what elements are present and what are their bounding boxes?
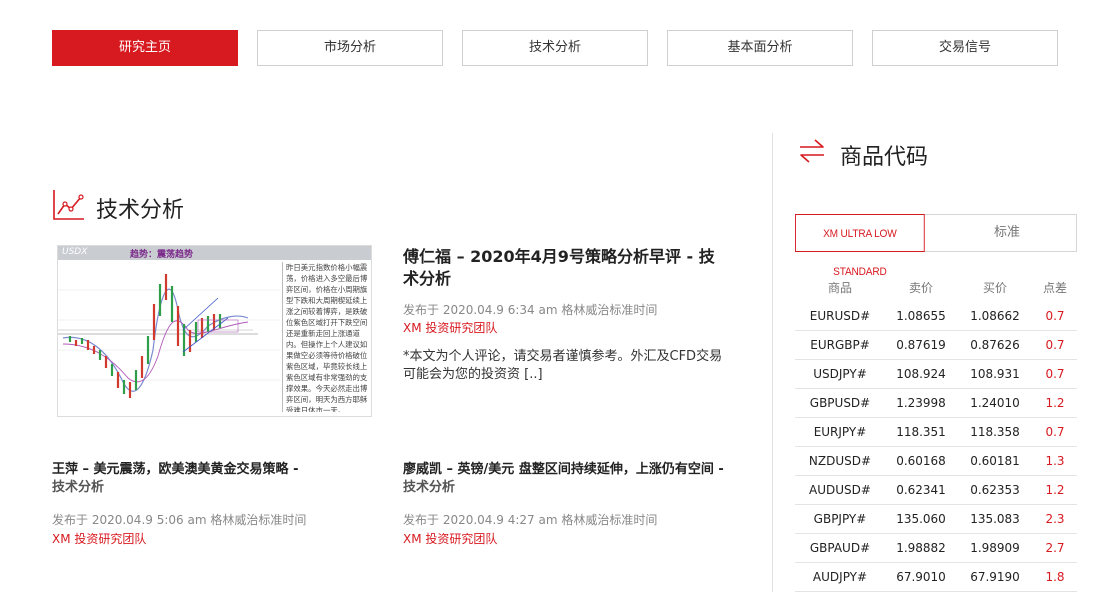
quote-ask: 0.60181 [957, 446, 1033, 476]
quote-ask: 135.083 [957, 504, 1033, 534]
featured-meta: 发布于 2020.04.9 6:34 am 格林威治标准时间 [403, 303, 658, 317]
quote-bid: 0.62341 [885, 475, 957, 505]
quote-symbol: AUDJPY# [795, 562, 885, 592]
column-header-symbol: 商品 [827, 280, 852, 295]
line-chart-icon [53, 190, 84, 220]
exchange-arrows-icon [800, 139, 824, 163]
section-title: 技术分析 [96, 198, 185, 223]
account-type-tabs: XM ULTRA LOW STANDARD 标准 [795, 214, 1077, 278]
quote-symbol: GBPUSD# [795, 388, 885, 418]
quotes-table: 商品 卖价 买价 点差 EURUSD# 1.08655 1.08662 0.7 EUR… [795, 272, 1077, 592]
column-header-bid: 卖价 [908, 280, 933, 295]
featured-author-link[interactable]: XM 投资研究团队 [403, 319, 497, 336]
quote-spread: 0.7 [1033, 330, 1077, 360]
quote-symbol: USDJPY# [795, 359, 885, 389]
tab-standard[interactable]: 标准 [937, 215, 1077, 251]
article-title[interactable]: 廖威凯 – 英镑/美元 盘整区间持续延伸，上涨仍有空间 - [403, 461, 728, 479]
quote-spread: 1.8 [1033, 562, 1077, 592]
quote-ask: 67.9190 [957, 562, 1033, 592]
tab-fundamental-analysis[interactable]: 基本面分析 [667, 30, 853, 66]
quote-spread: 0.7 [1033, 302, 1077, 331]
quote-symbol: GBPAUD# [795, 533, 885, 563]
quote-spread: 2.7 [1033, 533, 1077, 563]
quote-row[interactable]: EURJPY# 118.351 118.358 0.7 [795, 417, 1077, 447]
article-card[interactable]: 王萍 – 美元震荡，欧美澳美黄金交易策略 - 技术分析 发布于 2020.04.… [52, 461, 372, 547]
quote-spread: 2.3 [1033, 504, 1077, 534]
quote-spread: 1.2 [1033, 475, 1077, 505]
quote-symbol: EURGBP# [795, 330, 885, 360]
quote-bid: 1.98882 [885, 533, 957, 563]
article-category: 技术分析 [403, 480, 456, 495]
article-meta: 发布于 2020.04.9 4:27 am 格林威治标准时间 [403, 513, 658, 527]
quote-ask: 0.87626 [957, 330, 1033, 360]
quote-row[interactable]: AUDUSD# 0.62341 0.62353 1.2 [795, 475, 1077, 505]
quote-bid: 67.9010 [885, 562, 957, 592]
thumbnail-symbol: USDX [62, 247, 88, 257]
thumbnail-header: USDX 趋势：震荡趋势 [58, 246, 371, 260]
tab-market-analysis[interactable]: 市场分析 [257, 30, 443, 66]
featured-thumbnail[interactable]: USDX 趋势：震荡趋势 昨日美元指数价格小幅震荡，价格进入多空最后博弈区间，价… [57, 245, 372, 417]
thumbnail-candle-chart [58, 260, 280, 416]
quote-symbol: EURUSD# [795, 302, 885, 331]
quote-ask: 118.358 [957, 417, 1033, 447]
article-card[interactable]: 廖威凯 – 英镑/美元 盘整区间持续延伸，上涨仍有空间 - 技术分析 发布于 2… [403, 461, 728, 547]
quote-symbol: EURJPY# [795, 417, 885, 447]
top-nav: 研究主页 市场分析 技术分析 基本面分析 交易信号 [52, 30, 1064, 66]
quote-row[interactable]: GBPUSD# 1.23998 1.24010 1.2 [795, 388, 1077, 418]
thumbnail-notes: 昨日美元指数价格小幅震荡，价格进入多空最后博弈区间，价格在小周期旗型下跌和大周期… [282, 262, 368, 412]
article-author-link[interactable]: XM 投资研究团队 [403, 530, 728, 547]
column-header-ask: 买价 [982, 280, 1007, 295]
article-author-link[interactable]: XM 投资研究团队 [52, 530, 372, 547]
column-divider [772, 133, 773, 592]
quote-row[interactable]: NZDUSD# 0.60168 0.60181 1.3 [795, 446, 1077, 476]
quote-symbol: NZDUSD# [795, 446, 885, 476]
quote-bid: 0.87619 [885, 330, 957, 360]
article-category: 技术分析 [52, 480, 105, 495]
thumbnail-trend-label: 趋势：震荡趋势 [130, 250, 194, 260]
quote-row[interactable]: USDJPY# 108.924 108.931 0.7 [795, 359, 1077, 389]
quote-bid: 118.351 [885, 417, 957, 447]
column-header-spread: 点差 [1042, 280, 1067, 295]
featured-article-title[interactable]: 傅仁福 – 2020年4月9号策略分析早评 - 技术分析 [403, 246, 723, 290]
quote-spread: 1.3 [1033, 446, 1077, 476]
quote-ask: 1.08662 [957, 302, 1033, 331]
quote-spread: 0.7 [1033, 417, 1077, 447]
quote-ask: 1.98909 [957, 533, 1033, 563]
article-meta: 发布于 2020.04.9 5:06 am 格林威治标准时间 [52, 513, 307, 527]
quote-ask: 108.931 [957, 359, 1033, 389]
quote-bid: 108.924 [885, 359, 957, 389]
featured-excerpt: *本文为个人评论，请交易者谨慎参考。外汇及CFD交易可能会为您的投资资 [..] [403, 349, 723, 382]
quote-bid: 135.060 [885, 504, 957, 534]
quote-symbol: AUDUSD# [795, 475, 885, 505]
quote-ask: 0.62353 [957, 475, 1033, 505]
quote-spread: 0.7 [1033, 359, 1077, 389]
quote-bid: 1.23998 [885, 388, 957, 418]
quotes-title: 商品代码 [840, 145, 929, 170]
tab-trading-signals[interactable]: 交易信号 [872, 30, 1058, 66]
tab-research-home[interactable]: 研究主页 [52, 30, 238, 66]
quote-row[interactable]: EURGBP# 0.87619 0.87626 0.7 [795, 330, 1077, 360]
quote-bid: 1.08655 [885, 302, 957, 331]
quote-row[interactable]: GBPAUD# 1.98882 1.98909 2.7 [795, 533, 1077, 563]
quotes-header-row: 商品 卖价 买价 点差 [795, 272, 1077, 302]
quote-bid: 0.60168 [885, 446, 957, 476]
quote-symbol: GBPJPY# [795, 504, 885, 534]
tab-ultra-low-standard[interactable]: XM ULTRA LOW STANDARD [795, 214, 925, 278]
article-title[interactable]: 王萍 – 美元震荡，欧美澳美黄金交易策略 - [52, 461, 372, 479]
featured-title-text: 傅仁福 – 2020年4月9号策略分析早评 - [403, 247, 699, 266]
quote-row[interactable]: AUDJPY# 67.9010 67.9190 1.8 [795, 562, 1077, 592]
tab-technical-analysis[interactable]: 技术分析 [462, 30, 648, 66]
quote-spread: 1.2 [1033, 388, 1077, 418]
quote-row[interactable]: GBPJPY# 135.060 135.083 2.3 [795, 504, 1077, 534]
quote-ask: 1.24010 [957, 388, 1033, 418]
quote-row[interactable]: EURUSD# 1.08655 1.08662 0.7 [795, 302, 1077, 331]
